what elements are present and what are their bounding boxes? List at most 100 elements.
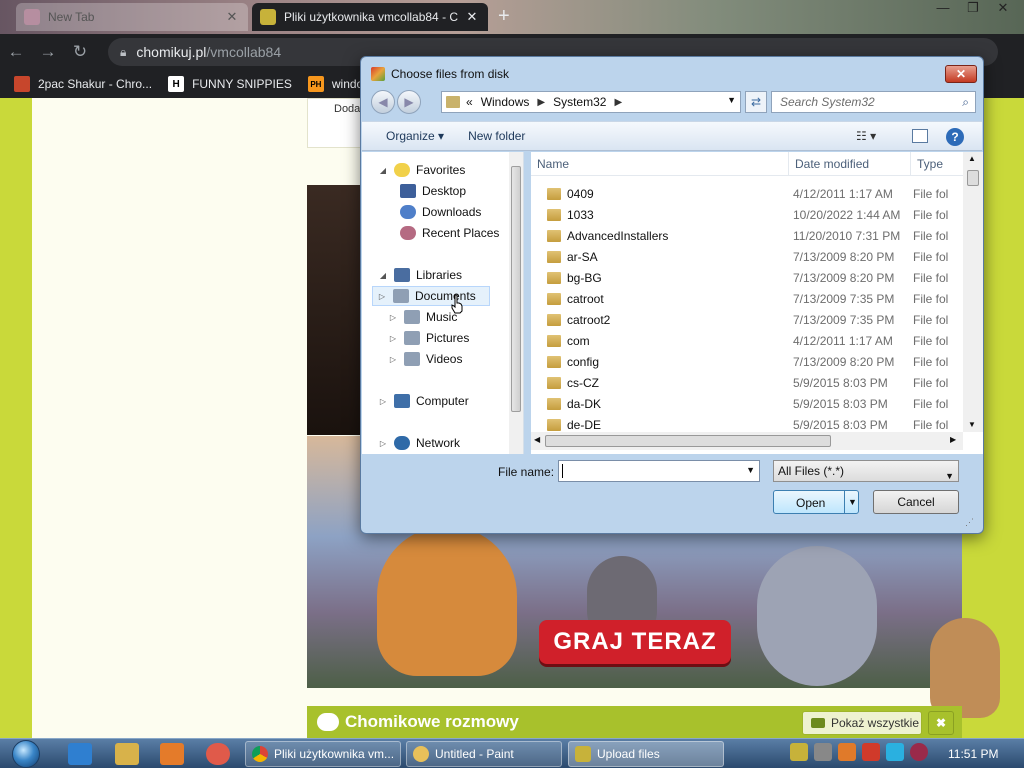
close-tab-icon[interactable]: ✕ xyxy=(464,9,480,25)
app-icon[interactable] xyxy=(206,743,230,765)
file-row[interactable]: bg-BG 7/13/2009 8:20 PM File fol xyxy=(531,267,963,288)
collapse-arrow-icon[interactable]: ▷ xyxy=(378,397,388,406)
file-row[interactable]: 1033 10/20/2022 1:44 AM File fol xyxy=(531,204,963,225)
chevron-down-icon[interactable]: ▼ xyxy=(746,465,755,475)
tray-network-icon[interactable] xyxy=(814,743,832,761)
tray-app-icon[interactable] xyxy=(790,743,808,761)
file-name-cell[interactable]: AdvancedInstallers xyxy=(531,229,789,243)
file-name-cell[interactable]: config xyxy=(531,355,789,369)
media-player-icon[interactable] xyxy=(160,743,184,765)
nav-desktop[interactable]: Desktop xyxy=(400,181,466,201)
start-button[interactable] xyxy=(8,739,44,768)
scroll-left-icon[interactable]: ◀ xyxy=(534,435,540,444)
file-row[interactable]: catroot2 7/13/2009 7:35 PM File fol xyxy=(531,309,963,330)
refresh-icon[interactable]: ⇄ xyxy=(745,91,767,113)
internet-explorer-icon[interactable] xyxy=(68,743,92,765)
close-section-button[interactable]: ✖ xyxy=(928,711,954,735)
open-options-icon[interactable]: ▼ xyxy=(848,497,857,507)
expand-arrow-icon[interactable]: ◢ xyxy=(378,271,388,280)
nav-recent-places[interactable]: Recent Places xyxy=(400,223,499,243)
file-name-input[interactable]: ▼ xyxy=(558,460,760,482)
scroll-up-icon[interactable]: ▲ xyxy=(968,154,976,163)
file-type-select[interactable]: All Files (*.*) ▼ xyxy=(773,460,959,482)
back-arrow-icon[interactable]: ◀ xyxy=(371,90,395,114)
collapse-arrow-icon[interactable]: ▷ xyxy=(388,334,398,343)
expand-arrow-icon[interactable]: ◢ xyxy=(378,166,388,175)
taskbar-chrome[interactable]: Pliki użytkownika vm... xyxy=(245,741,401,767)
scrollbar-thumb[interactable] xyxy=(545,435,831,447)
open-button[interactable]: Open ▼ xyxy=(773,490,859,514)
scrollbar-thumb[interactable] xyxy=(511,166,521,412)
nav-downloads[interactable]: Downloads xyxy=(400,202,481,222)
file-row[interactable]: com 4/12/2011 1:17 AM File fol xyxy=(531,330,963,351)
cancel-button[interactable]: Cancel xyxy=(873,490,959,514)
tab-chomikuj[interactable]: Pliki użytkownika vmcollab84 - C ✕ xyxy=(252,3,488,31)
preview-pane-icon[interactable] xyxy=(912,129,928,143)
play-now-button[interactable]: GRAJ TERAZ xyxy=(539,620,731,664)
new-folder-button[interactable]: New folder xyxy=(468,129,525,143)
show-all-button[interactable]: Pokaż wszystkie xyxy=(802,711,922,735)
tray-search-icon[interactable] xyxy=(838,743,856,761)
resize-grip-icon[interactable]: ⋰ xyxy=(965,517,974,528)
collapse-arrow-icon[interactable]: ▷ xyxy=(388,313,398,322)
tray-display-icon[interactable] xyxy=(886,743,904,761)
new-tab-icon[interactable]: + xyxy=(498,6,510,26)
nav-network[interactable]: ▷ Network xyxy=(378,433,460,453)
collapse-arrow-icon[interactable]: ▷ xyxy=(377,292,387,301)
nav-libraries[interactable]: ◢ Libraries xyxy=(378,265,462,285)
taskbar-upload-files[interactable]: Upload files xyxy=(568,741,724,767)
scrollbar-thumb[interactable] xyxy=(967,170,979,186)
close-window-icon[interactable]: ✕ xyxy=(988,0,1018,20)
nav-documents[interactable]: ▷ Documents xyxy=(372,286,490,306)
search-icon[interactable]: ⌕ xyxy=(962,95,969,110)
taskbar-paint[interactable]: Untitled - Paint xyxy=(406,741,562,767)
explorer-folder-icon[interactable] xyxy=(115,743,139,765)
help-icon[interactable]: ? xyxy=(946,128,964,146)
breadcrumb-windows[interactable]: Windows xyxy=(481,95,530,109)
bookmark-2pac[interactable]: 2pac Shakur - Chro... xyxy=(14,76,152,92)
file-row[interactable]: catroot 7/13/2009 7:35 PM File fol xyxy=(531,288,963,309)
chevron-right-icon[interactable]: ▶ xyxy=(537,97,545,108)
forward-arrow-icon[interactable]: ▶ xyxy=(397,90,421,114)
tab-new-tab[interactable]: New Tab ✕ xyxy=(16,3,248,31)
change-view-icon[interactable]: ☷ ▾ xyxy=(856,129,876,143)
ad-image-dark[interactable] xyxy=(307,185,367,435)
restore-icon[interactable]: ❐ xyxy=(958,0,988,20)
column-date-modified[interactable]: Date modified xyxy=(789,152,911,175)
file-row[interactable]: 0409 4/12/2011 1:17 AM File fol xyxy=(531,183,963,204)
breadcrumb[interactable]: « Windows ▶ System32 ▶ ▼ xyxy=(441,91,741,113)
file-row[interactable]: config 7/13/2009 8:20 PM File fol xyxy=(531,351,963,372)
back-icon[interactable]: ← xyxy=(0,42,32,62)
scroll-right-icon[interactable]: ▶ xyxy=(950,435,956,444)
dialog-close-button[interactable]: ✕ xyxy=(945,65,977,83)
file-row[interactable]: cs-CZ 5/9/2015 8:03 PM File fol xyxy=(531,372,963,393)
file-list-vertical-scrollbar[interactable]: ▲ ▼ xyxy=(963,152,983,432)
file-name-cell[interactable]: ar-SA xyxy=(531,250,789,264)
file-name-cell[interactable]: cs-CZ xyxy=(531,376,789,390)
breadcrumb-system32[interactable]: System32 xyxy=(553,95,606,109)
file-name-cell[interactable]: de-DE xyxy=(531,418,789,432)
file-row[interactable]: da-DK 5/9/2015 8:03 PM File fol xyxy=(531,393,963,414)
minimize-icon[interactable]: — xyxy=(928,0,958,20)
file-name-cell[interactable]: catroot xyxy=(531,292,789,306)
system-clock[interactable]: 11:51 PM xyxy=(948,747,998,761)
close-tab-icon[interactable]: ✕ xyxy=(224,9,240,25)
chevron-down-icon[interactable]: ▼ xyxy=(727,95,736,105)
file-name-cell[interactable]: catroot2 xyxy=(531,313,789,327)
file-name-cell[interactable]: da-DK xyxy=(531,397,789,411)
file-name-cell[interactable]: 0409 xyxy=(531,187,789,201)
chevron-right-icon[interactable]: ▶ xyxy=(614,97,622,108)
nav-music[interactable]: ▷ Music xyxy=(388,307,457,327)
tray-flag-icon[interactable] xyxy=(862,743,880,761)
column-name[interactable]: Name xyxy=(531,152,789,175)
file-row[interactable]: AdvancedInstallers 11/20/2010 7:31 PM File… xyxy=(531,225,963,246)
nav-pane-scrollbar[interactable] xyxy=(509,152,523,454)
file-name-cell[interactable]: 1033 xyxy=(531,208,789,222)
nav-pictures[interactable]: ▷ Pictures xyxy=(388,328,469,348)
file-row[interactable]: ar-SA 7/13/2009 8:20 PM File fol xyxy=(531,246,963,267)
bookmark-funny-snippies[interactable]: H FUNNY SNIPPIES xyxy=(168,76,292,92)
breadcrumb-overflow[interactable]: « xyxy=(466,95,473,109)
file-list-horizontal-scrollbar[interactable]: ◀ ▶ xyxy=(531,432,963,450)
search-input[interactable]: Search System32 ⌕ xyxy=(771,91,976,113)
collapse-arrow-icon[interactable]: ▷ xyxy=(388,355,398,364)
